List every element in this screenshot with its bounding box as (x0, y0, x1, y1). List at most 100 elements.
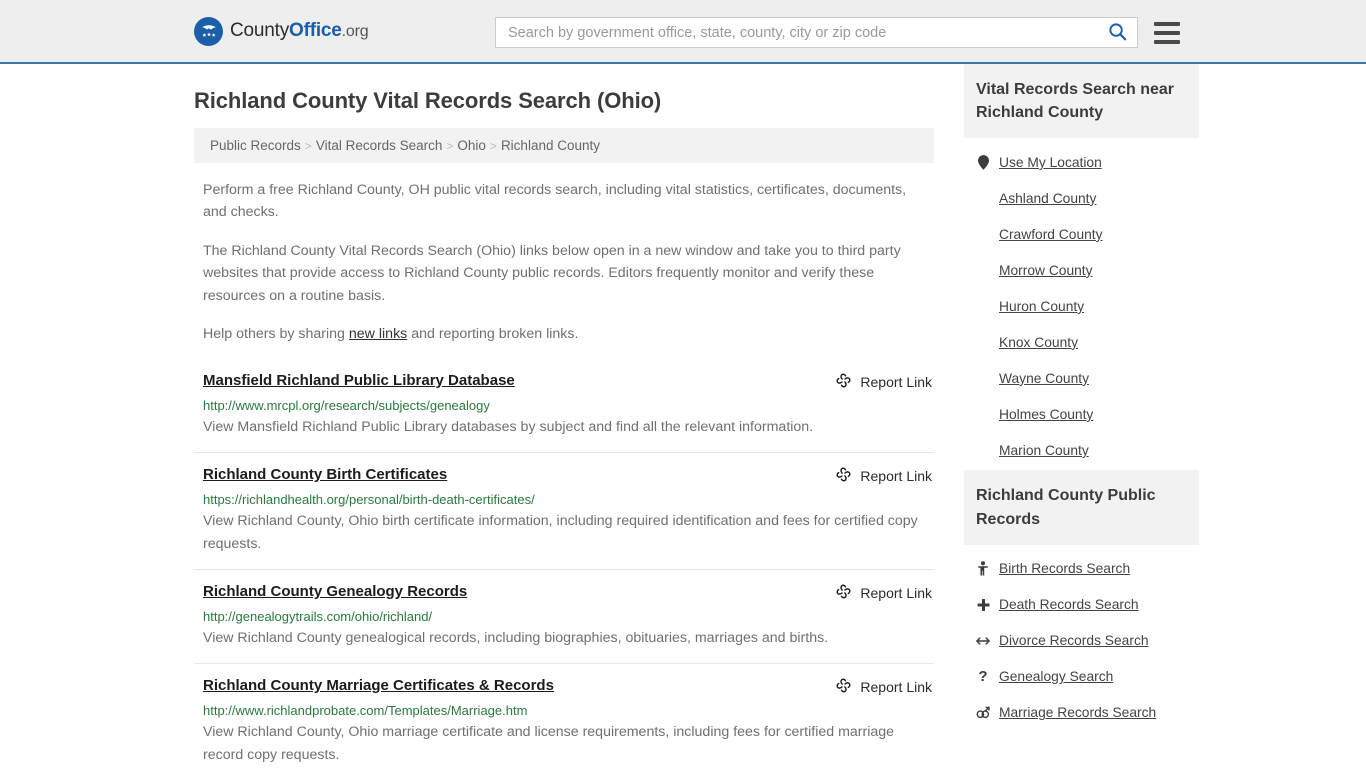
result-header: Richland County Genealogy Records Report … (203, 583, 934, 603)
double-arrow-icon (976, 635, 990, 647)
page-title: Richland County Vital Records Search (Oh… (194, 88, 662, 113)
sidebar-nearby-item[interactable]: Crawford County (976, 216, 1199, 252)
report-link-button[interactable]: Report Link (835, 583, 934, 603)
breadcrumb-item[interactable]: Public Records (210, 138, 301, 153)
broken-link-icon (835, 466, 852, 486)
report-link-label: Report Link (860, 373, 932, 390)
intro-paragraph-3: Help others by sharing new links and rep… (203, 323, 915, 345)
search-icon (1108, 22, 1127, 44)
sidebar-nearby-item[interactable]: Ashland County (976, 180, 1199, 216)
sidebar-public-records-item[interactable]: ? Genealogy Search (976, 659, 1199, 695)
sidebar-public-records-label[interactable]: Marriage Records Search (999, 705, 1156, 720)
sidebar-nearby-label[interactable]: Holmes County (999, 407, 1093, 422)
new-links-link[interactable]: new links (349, 326, 407, 342)
broken-link-icon (835, 583, 852, 603)
intro-section: Perform a free Richland County, OH publi… (194, 179, 934, 346)
sidebar-nearby-label[interactable]: Huron County (999, 299, 1084, 314)
sidebar: Vital Records Search near Richland Count… (964, 64, 1199, 768)
breadcrumb-separator: > (304, 138, 312, 153)
sidebar-nearby-label[interactable]: Knox County (999, 335, 1078, 350)
result-url: http://www.richlandprobate.com/Templates… (203, 702, 528, 718)
sidebar-nearby-label[interactable]: Ashland County (999, 191, 1096, 206)
result-item: Richland County Birth Certificates Report… (194, 451, 934, 569)
site-header: CountyOffice.org (0, 0, 1366, 64)
sidebar-public-records-list: Birth Records Search Death Records Search… (964, 545, 1199, 731)
sidebar-public-records-label[interactable]: Genealogy Search (999, 669, 1113, 684)
header-search-area (495, 17, 1180, 48)
hamburger-bar (1154, 39, 1180, 44)
sidebar-nearby-label[interactable]: Crawford County (999, 227, 1103, 242)
results-list: Mansfield Richland Public Library Databa… (194, 368, 934, 768)
result-item: Mansfield Richland Public Library Databa… (194, 368, 934, 452)
search-box[interactable] (495, 17, 1138, 48)
sidebar-nearby-label[interactable]: Marion County (999, 443, 1089, 458)
sidebar-public-records-item[interactable]: Birth Records Search (976, 551, 1199, 587)
sidebar-nearby-label[interactable]: Wayne County (999, 371, 1089, 386)
result-header: Richland County Marriage Certificates & … (203, 677, 934, 697)
sidebar-nearby-item[interactable]: Morrow County (976, 252, 1199, 288)
result-description: View Richland County, Ohio marriage cert… (203, 723, 895, 763)
sidebar-nearby-label[interactable]: Morrow County (999, 263, 1093, 278)
sidebar-public-records-box: Richland County Public Records Birth Rec… (964, 470, 1199, 730)
search-button[interactable] (1102, 22, 1129, 44)
hamburger-bar (1154, 21, 1180, 26)
breadcrumb-item[interactable]: Richland County (501, 138, 600, 153)
hamburger-menu-icon[interactable] (1154, 21, 1180, 44)
breadcrumb-separator: > (489, 138, 497, 153)
breadcrumb-separator: > (446, 138, 454, 153)
result-url: https://richlandhealth.org/personal/birt… (203, 491, 535, 507)
marriage-rings-icon (976, 706, 990, 719)
result-title-link[interactable]: Mansfield Richland Public Library Databa… (203, 372, 515, 389)
sidebar-nearby-list: Use My Location Ashland County Crawford Co… (964, 138, 1199, 468)
intro-p3-after: and reporting broken links. (407, 326, 579, 343)
result-title-link[interactable]: Richland County Marriage Certificates & … (203, 677, 554, 694)
cross-icon (976, 598, 990, 612)
sidebar-nearby-item[interactable]: Wayne County (976, 360, 1199, 396)
eagle-shield-logo-icon (194, 16, 223, 46)
report-link-label: Report Link (860, 584, 932, 601)
broken-link-icon (835, 677, 852, 697)
sidebar-nearby-item[interactable]: Huron County (976, 288, 1199, 324)
sidebar-nearby-item[interactable]: Use My Location (976, 144, 1199, 180)
sidebar-public-records-heading: Richland County Public Records (964, 470, 1199, 545)
sidebar-nearby-box: Vital Records Search near Richland Count… (964, 64, 1199, 468)
site-logo[interactable]: CountyOffice.org (194, 16, 369, 46)
sidebar-nearby-heading: Vital Records Search near Richland Count… (964, 64, 1199, 139)
report-link-button[interactable]: Report Link (835, 677, 934, 697)
question-mark-icon: ? (978, 668, 988, 686)
result-header: Richland County Birth Certificates Report… (203, 466, 934, 486)
sidebar-public-records-item[interactable]: Death Records Search (976, 587, 1199, 623)
sidebar-nearby-label[interactable]: Use My Location (999, 155, 1102, 170)
result-description: View Mansfield Richland Public Library d… (203, 418, 814, 435)
result-title-link[interactable]: Richland County Birth Certificates (203, 466, 447, 483)
result-url: http://genealogytrails.com/ohio/richland… (203, 608, 433, 624)
sidebar-nearby-item[interactable]: Marion County (976, 432, 1199, 468)
report-link-label: Report Link (860, 467, 932, 484)
intro-paragraph-1: Perform a free Richland County, OH publi… (203, 182, 907, 221)
breadcrumb-item[interactable]: Vital Records Search (316, 138, 443, 153)
report-link-button[interactable]: Report Link (835, 372, 934, 392)
baby-icon (976, 561, 990, 576)
sidebar-nearby-item[interactable]: Knox County (976, 324, 1199, 360)
report-link-label: Report Link (860, 678, 932, 695)
logo-text-office: Office (289, 20, 342, 41)
map-pin-icon (976, 155, 990, 170)
result-description: View Richland County, Ohio birth certifi… (203, 512, 918, 552)
result-title-link[interactable]: Richland County Genealogy Records (203, 583, 467, 600)
result-item: Richland County Genealogy Records Report … (194, 568, 934, 663)
intro-p3-before: Help others by sharing (203, 326, 349, 343)
sidebar-public-records-label[interactable]: Birth Records Search (999, 561, 1130, 576)
sidebar-public-records-item[interactable]: Marriage Records Search (976, 695, 1199, 731)
broken-link-icon (835, 372, 852, 392)
result-description: View Richland County genealogical record… (203, 629, 829, 646)
breadcrumb: Public Records > Vital Records Search > Ohio… (194, 128, 934, 163)
sidebar-public-records-label[interactable]: Death Records Search (999, 597, 1139, 612)
sidebar-nearby-item[interactable]: Holmes County (976, 396, 1199, 432)
logo-text-county: County (230, 20, 290, 41)
report-link-button[interactable]: Report Link (835, 466, 934, 486)
search-input[interactable] (506, 23, 1102, 42)
sidebar-public-records-label[interactable]: Divorce Records Search (999, 633, 1149, 648)
hamburger-bar (1154, 30, 1180, 35)
sidebar-public-records-item[interactable]: Divorce Records Search (976, 623, 1199, 659)
breadcrumb-item[interactable]: Ohio (457, 138, 486, 153)
